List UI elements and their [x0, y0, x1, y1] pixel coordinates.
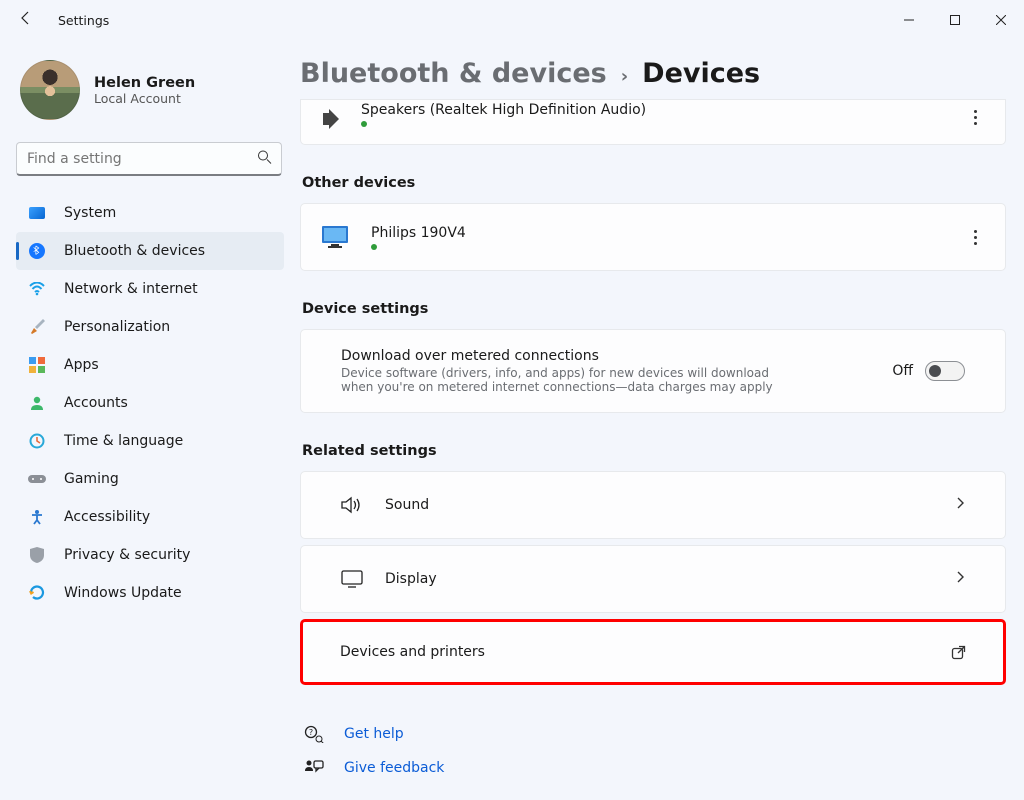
avatar [20, 60, 80, 120]
give-feedback-link[interactable]: Give feedback [344, 760, 444, 776]
page-title: Devices [642, 58, 760, 89]
sidebar-item-privacy[interactable]: Privacy & security [16, 536, 284, 574]
setting-description: Device software (drivers, info, and apps… [341, 366, 801, 394]
display-icon [341, 570, 363, 588]
person-icon [28, 394, 46, 412]
maximize-button[interactable] [932, 4, 978, 36]
chevron-right-icon [955, 570, 965, 588]
update-icon [28, 584, 46, 602]
system-icon [28, 204, 46, 222]
close-button[interactable] [978, 4, 1024, 36]
setting-title: Download over metered connections [341, 348, 801, 364]
related-sound-row[interactable]: Sound [300, 471, 1006, 539]
clock-icon [28, 432, 46, 450]
title-bar: Settings [0, 0, 1024, 40]
sidebar-item-label: Network & internet [64, 281, 198, 297]
metered-connections-setting: Download over metered connections Device… [300, 329, 1006, 413]
sound-icon [341, 495, 363, 515]
link-label: Display [385, 571, 437, 587]
help-icon: ? [304, 725, 324, 743]
status-indicator [361, 121, 367, 127]
sidebar-item-network[interactable]: Network & internet [16, 270, 284, 308]
search-input[interactable] [16, 142, 282, 176]
accessibility-icon [28, 508, 46, 526]
sidebar-item-system[interactable]: System [16, 194, 284, 232]
device-menu-button[interactable] [966, 102, 985, 133]
paintbrush-icon [28, 318, 46, 336]
sidebar-item-label: Apps [64, 357, 99, 373]
sidebar-item-label: Accessibility [64, 509, 150, 525]
sidebar-item-accounts[interactable]: Accounts [16, 384, 284, 422]
sidebar-item-accessibility[interactable]: Accessibility [16, 498, 284, 536]
speaker-icon [321, 110, 339, 128]
minimize-button[interactable] [886, 4, 932, 36]
monitor-icon [321, 225, 349, 249]
shield-icon [28, 546, 46, 564]
metered-toggle[interactable] [925, 361, 965, 381]
feedback-icon [304, 759, 324, 777]
nav-list: System Bluetooth & devices Network & int… [16, 194, 300, 612]
audio-device-card[interactable]: Speakers (Realtek High Definition Audio) [300, 99, 1006, 145]
device-name: Speakers (Realtek High Definition Audio) [361, 102, 646, 118]
breadcrumb-parent[interactable]: Bluetooth & devices [300, 58, 607, 89]
user-name: Helen Green [94, 75, 195, 91]
section-related-settings: Related settings [302, 443, 1006, 459]
apps-icon [28, 356, 46, 374]
related-devices-printers-row[interactable]: Devices and printers [300, 619, 1006, 685]
section-device-settings: Device settings [302, 301, 1006, 317]
status-indicator [371, 244, 377, 250]
chevron-right-icon: › [621, 66, 628, 87]
profile-block[interactable]: Helen Green Local Account [16, 52, 300, 138]
sidebar-item-label: Time & language [64, 433, 183, 449]
sidebar-item-windows-update[interactable]: Windows Update [16, 574, 284, 612]
sidebar-item-label: Windows Update [64, 585, 182, 601]
sidebar-item-label: Personalization [64, 319, 170, 335]
sidebar-item-gaming[interactable]: Gaming [16, 460, 284, 498]
breadcrumb: Bluetooth & devices › Devices [300, 58, 1006, 89]
user-account-type: Local Account [94, 91, 195, 106]
external-link-icon [951, 645, 966, 660]
sidebar-item-apps[interactable]: Apps [16, 346, 284, 384]
search-icon [257, 150, 272, 169]
get-help-link[interactable]: Get help [344, 726, 404, 742]
link-label: Sound [385, 497, 429, 513]
sidebar-item-label: System [64, 205, 116, 221]
sidebar: Helen Green Local Account System Bluetoo… [0, 40, 300, 800]
sidebar-item-personalization[interactable]: Personalization [16, 308, 284, 346]
sidebar-item-label: Privacy & security [64, 547, 190, 563]
bluetooth-icon [28, 242, 46, 260]
help-row: ? Get help [304, 719, 1006, 749]
window-title: Settings [58, 13, 109, 28]
chevron-right-icon [955, 496, 965, 514]
feedback-row: Give feedback [304, 753, 1006, 783]
sidebar-item-time-language[interactable]: Time & language [16, 422, 284, 460]
search-box[interactable] [16, 142, 282, 176]
sidebar-item-label: Gaming [64, 471, 119, 487]
gamepad-icon [28, 470, 46, 488]
section-other-devices: Other devices [302, 175, 1006, 191]
link-label: Devices and printers [340, 644, 485, 660]
content-area[interactable]: Bluetooth & devices › Devices Speakers (… [300, 40, 1024, 800]
sidebar-item-label: Accounts [64, 395, 128, 411]
other-device-card[interactable]: Philips 190V4 [300, 203, 1006, 271]
device-name: Philips 190V4 [371, 225, 466, 241]
back-button[interactable] [14, 10, 38, 30]
wifi-icon [28, 280, 46, 298]
device-menu-button[interactable] [966, 222, 985, 253]
toggle-state-label: Off [892, 363, 913, 379]
related-display-row[interactable]: Display [300, 545, 1006, 613]
sidebar-item-label: Bluetooth & devices [64, 243, 205, 259]
sidebar-item-bluetooth-devices[interactable]: Bluetooth & devices [16, 232, 284, 270]
svg-text:?: ? [309, 728, 313, 737]
